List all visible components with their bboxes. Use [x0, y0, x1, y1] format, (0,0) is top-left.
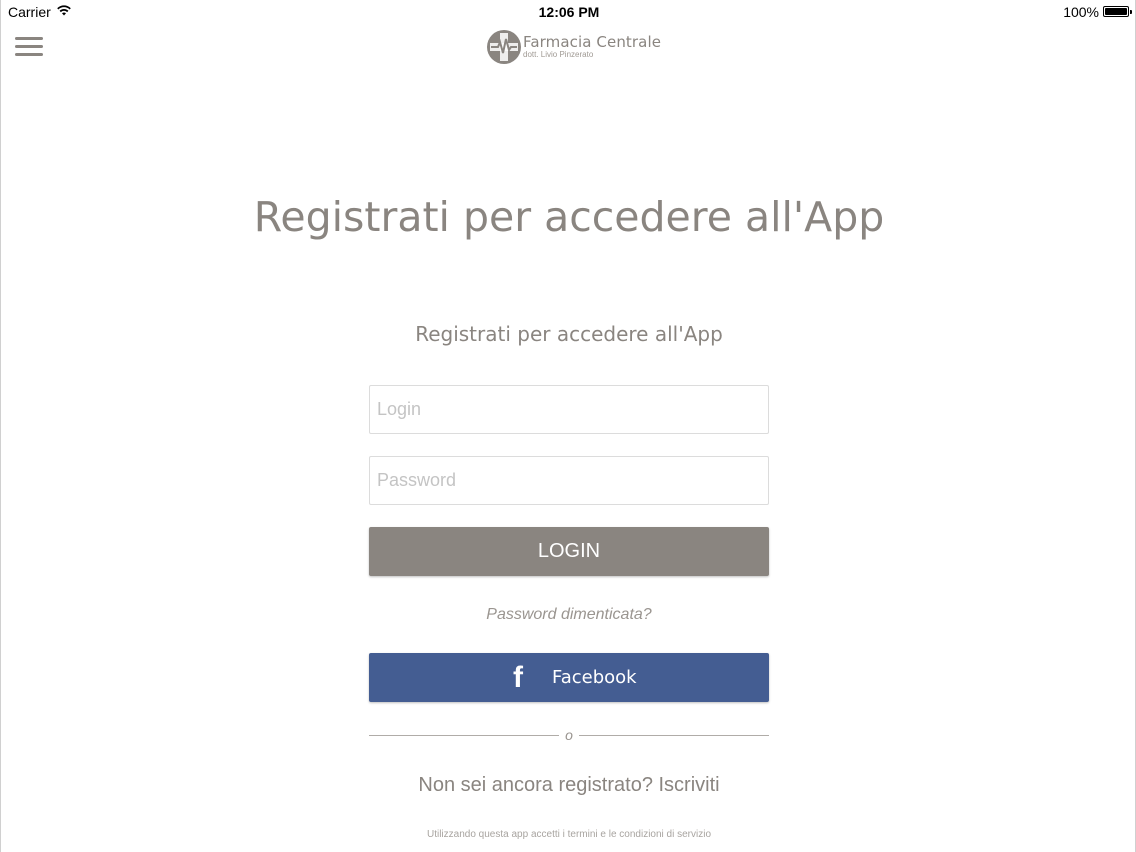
facebook-button-label: Facebook	[552, 667, 637, 688]
app-logo: Farmacia Centrale dott. Livio Pinzerato	[487, 29, 661, 65]
terms-notice: Utilizzando questa app accetti i termini…	[426, 829, 712, 840]
pharmacy-logo-icon	[487, 30, 521, 64]
forgot-password-link[interactable]: Password dimenticata?	[1, 606, 1136, 624]
register-link[interactable]: Non sei ancora registrato? Iscriviti	[1, 774, 1136, 797]
facebook-f-icon: f	[513, 661, 523, 694]
battery-icon	[1103, 6, 1132, 17]
password-input[interactable]	[369, 456, 769, 505]
hamburger-icon[interactable]	[15, 37, 43, 57]
page-title: Registrati per accedere all'App	[253, 193, 885, 241]
clock: 12:06 PM	[538, 4, 600, 20]
login-button[interactable]: LOGIN	[369, 527, 769, 576]
login-input[interactable]	[369, 385, 769, 434]
or-divider: o	[369, 727, 769, 743]
logo-name: Farmacia Centrale	[523, 33, 662, 51]
status-bar: Carrier 12:06 PM 100%	[1, 0, 1136, 24]
battery-percent: 100%	[1063, 4, 1099, 20]
facebook-login-button[interactable]: f Facebook	[369, 653, 769, 702]
logo-subtitle: dott. Livio Pinzerato	[523, 50, 594, 59]
page-subtitle: Registrati per accedere all'App	[415, 322, 723, 346]
